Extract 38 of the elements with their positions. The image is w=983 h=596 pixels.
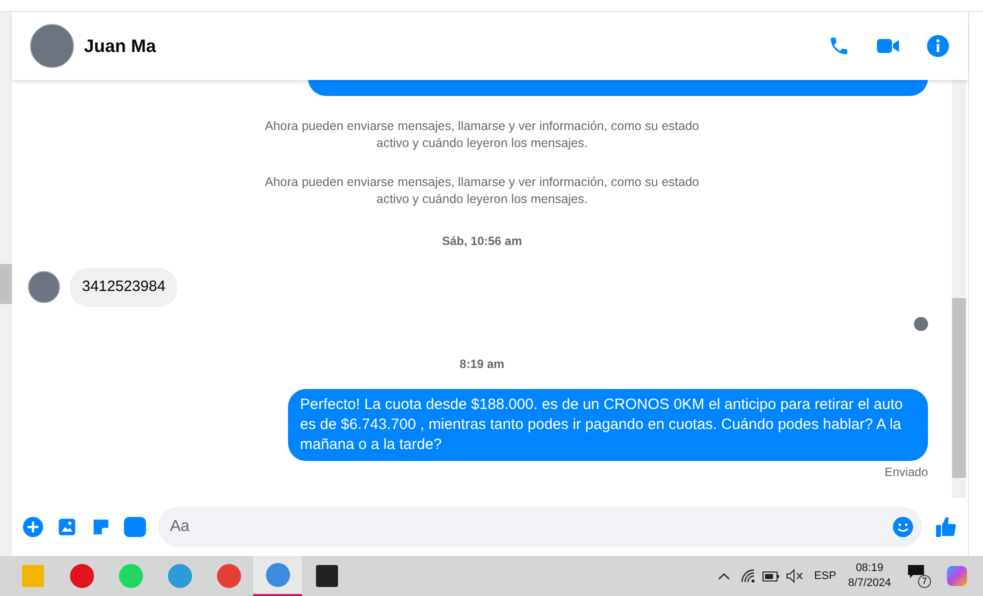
thumbs-up-icon[interactable]	[934, 515, 958, 539]
phone-icon[interactable]	[828, 35, 850, 57]
incoming-message-bubble: 3412523984	[70, 268, 178, 306]
timestamp: 8:19 am	[460, 356, 504, 372]
image-icon[interactable]	[56, 516, 78, 538]
contact-name: Juan Ma	[84, 34, 156, 58]
avatar	[30, 24, 74, 68]
info-icon[interactable]	[926, 34, 950, 58]
avatar	[28, 271, 60, 304]
app-icon	[70, 564, 94, 588]
seen-avatar	[914, 316, 928, 330]
notice-text: Ahora pueden enviarse mensajes, llamarse y ver información, como su estado activo y cuándo leyeron los mensajes.	[264, 118, 700, 152]
outgoing-message-bubble: Perfecto! La cuota desde $188.000. es de un CRONOS 0KM el anticipo para retirar el auto es de $6.743.700 , mientras tanto podes ir pagando en cuotas. Cuándo podes hablar? A la mañana o a la tarde?	[288, 388, 928, 460]
app-icon	[316, 565, 338, 587]
delivery-status: Enviado	[884, 464, 928, 480]
app-icon	[216, 564, 240, 588]
app-icon	[118, 564, 142, 588]
app-icon	[168, 564, 192, 588]
clock[interactable]: 08:19 8/7/2024	[848, 561, 891, 591]
emoji-icon[interactable]	[892, 516, 914, 538]
notification-count: 7	[918, 575, 931, 588]
timestamp: Sáb, 10:56 am	[442, 233, 522, 250]
notifications-button[interactable]: 7	[907, 564, 931, 588]
clock-time: 08:19	[856, 561, 884, 576]
chat-scrollbar[interactable]	[952, 80, 966, 498]
video-camera-icon[interactable]	[876, 36, 900, 56]
message-input-field[interactable]: Aa	[158, 507, 922, 547]
language-indicator[interactable]: ESP	[814, 568, 836, 584]
notice-text: Ahora pueden enviarse mensajes, llamarse y ver información, como su estado activo y cuándo leyeron los mensajes.	[264, 174, 700, 208]
chevron-up-icon[interactable]	[718, 572, 730, 580]
muted-speaker-icon[interactable]	[786, 569, 804, 583]
clock-date: 8/7/2024	[848, 576, 891, 591]
app-icon	[22, 565, 44, 587]
page-scrollbar[interactable]	[0, 12, 12, 556]
wifi-icon[interactable]	[740, 569, 756, 583]
plus-icon[interactable]	[22, 516, 44, 538]
battery-icon[interactable]	[762, 570, 780, 582]
app-icon	[266, 563, 290, 587]
